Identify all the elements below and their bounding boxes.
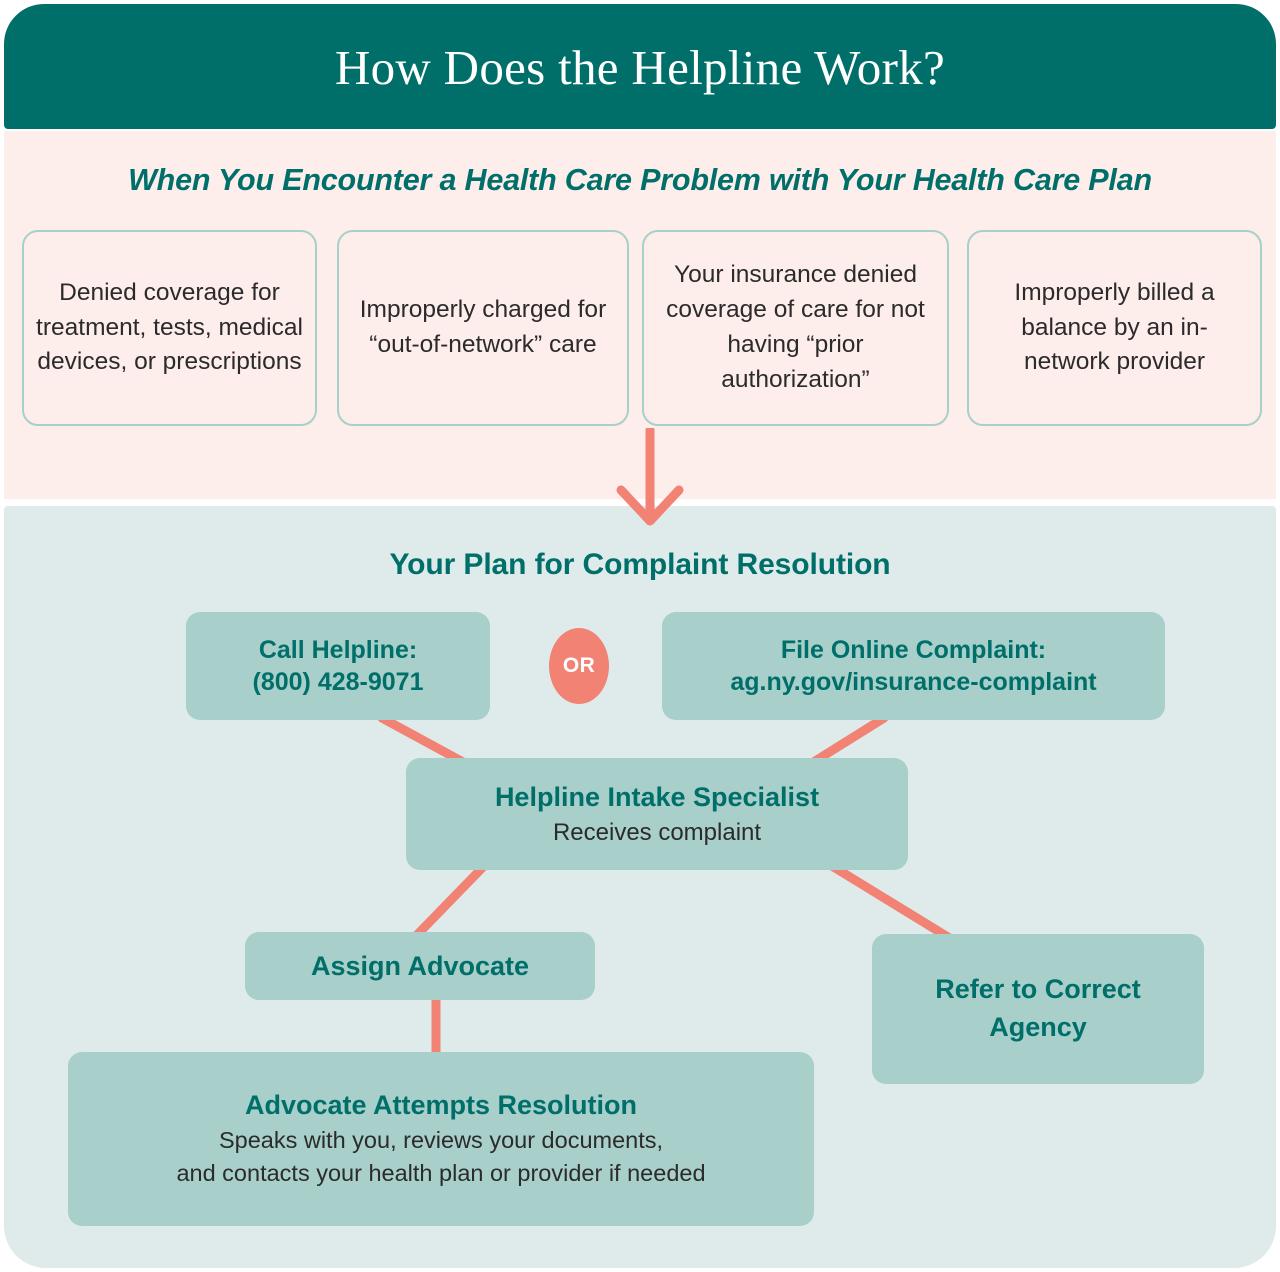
problem-box-text: Improperly billed a balance by an in-net… [1014,278,1215,376]
problem-box-text: Denied coverage for treatment, tests, me… [36,278,303,376]
problem-box-text: Your insurance denied coverage of care f… [666,261,925,393]
node-advocate-resolution: Advocate Attempts Resolution Speaks with… [68,1052,814,1226]
problem-box: Improperly billed a balance by an in-net… [967,230,1262,426]
or-badge-label: OR [562,654,596,677]
node-call-helpline[interactable]: Call Helpline: (800) 428-9071 [186,612,490,720]
problems-heading: When You Encounter a Health Care Problem… [128,163,1152,197]
node-advocate-sub-line2: and contacts your health plan or provide… [176,1160,706,1187]
node-assign-title: Assign Advocate [310,950,530,981]
node-call-title: Call Helpline: [258,636,418,664]
problem-box: Your insurance denied coverage of care f… [642,230,949,426]
node-refer-agency: Refer to Correct Agency [872,934,1204,1084]
node-file-url: ag.ny.gov/insurance-complaint [730,668,1097,696]
problem-box-text: Improperly charged for “out-of-network” … [359,296,607,358]
plan-section: Your Plan for Complaint Resolution Call … [4,506,1276,1268]
page-title: How Does the Helpline Work? [334,40,946,95]
node-file-title: File Online Complaint: [780,636,1047,664]
node-intake-sub: Receives complaint [552,818,762,846]
problem-box: Improperly charged for “out-of-network” … [337,230,629,426]
flow-diagram: Call Helpline: (800) 428-9071 OR File On… [4,506,1276,1268]
node-advocate-title: Advocate Attempts Resolution [244,1090,638,1121]
node-intake-title: Helpline Intake Specialist [494,782,820,813]
node-intake-specialist: Helpline Intake Specialist Receives comp… [406,758,908,870]
problem-box: Denied coverage for treatment, tests, me… [22,230,317,426]
node-advocate-sub-line1: Speaks with you, reviews your documents, [218,1126,664,1153]
node-refer-title: Refer to Correct Agency [935,974,1141,1042]
node-file-online-complaint[interactable]: File Online Complaint: ag.ny.gov/insuran… [662,612,1165,720]
node-call-phone: (800) 428-9071 [252,668,424,696]
infographic-root: How Does the Helpline Work? When You Enc… [0,0,1280,1272]
down-arrow-icon [616,428,684,526]
node-assign-advocate: Assign Advocate [245,932,595,1000]
problem-box-group: Denied coverage for treatment, tests, me… [22,230,1262,426]
header-band: How Does the Helpline Work? [4,4,1276,129]
or-badge: OR [549,628,609,704]
